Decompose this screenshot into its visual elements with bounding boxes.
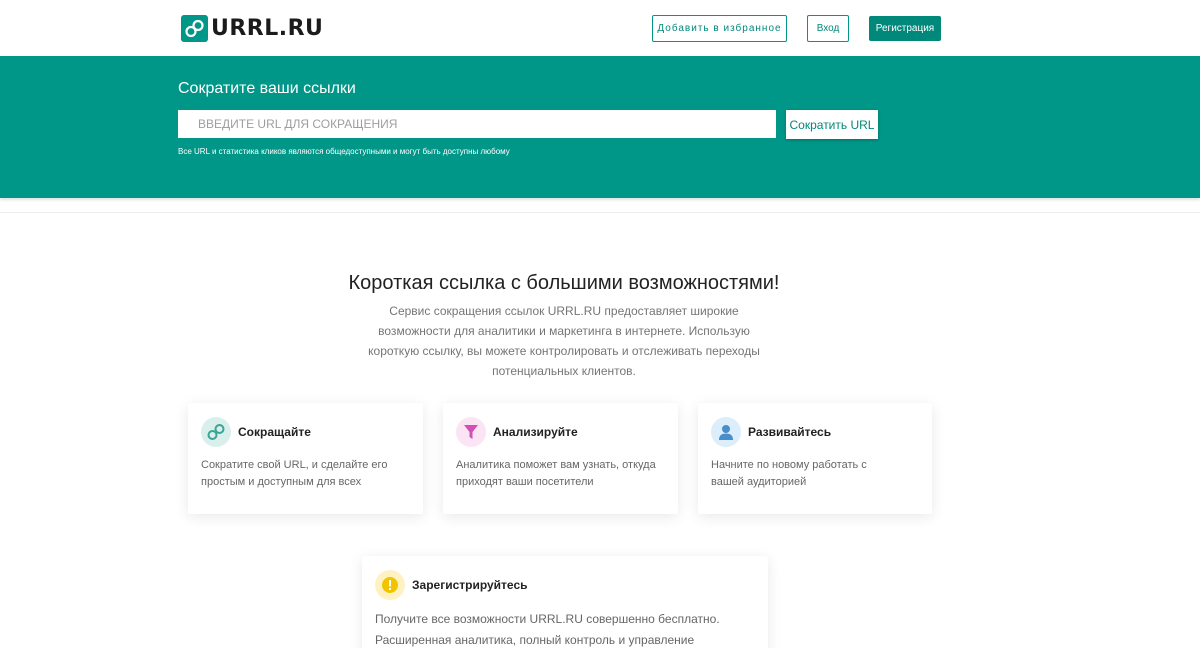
user-icon: [711, 417, 741, 447]
feature-text: Сократите свой URL, и сделайте его прост…: [201, 459, 388, 488]
shorten-url-button[interactable]: Сократить URL: [786, 110, 878, 139]
feature-title: Развивайтесь: [748, 425, 832, 439]
feature-card-grow: Развивайтесь Начните по новому работать …: [698, 403, 932, 514]
top-bar: URRL.RU Добавить в избранное Вход Регист…: [0, 0, 1200, 56]
site-logo[interactable]: URRL.RU: [181, 14, 323, 42]
public-notice: Все URL и статистика кликов являются общ…: [178, 147, 510, 156]
page-title: Короткая ссылка с большими возможностями…: [348, 272, 780, 294]
feature-card-shorten: Сокращайте Сократите свой URL, и сделайт…: [188, 403, 423, 514]
add-to-favorites-button[interactable]: Добавить в избранное: [652, 15, 787, 42]
feature-card-register: Зарегистрируйтесь Получите все возможнос…: [362, 556, 768, 648]
link-icon: [201, 417, 231, 447]
logo-link-icon: [181, 14, 208, 42]
feature-text: Начните по новому работать с вашей аудит…: [711, 459, 867, 488]
feature-text: Получите все возможности URRL.RU соверше…: [375, 612, 720, 647]
feature-title: Анализируйте: [493, 425, 578, 439]
register-button[interactable]: Регистрация: [869, 16, 941, 41]
url-input[interactable]: [178, 110, 776, 138]
funnel-icon: [456, 417, 486, 447]
feature-title: Зарегистрируйтесь: [412, 578, 528, 592]
feature-card-analyze: Анализируйте Аналитика поможет вам узнат…: [443, 403, 678, 514]
exclamation-icon: [375, 570, 405, 600]
feature-text: Аналитика поможет вам узнать, откуда при…: [456, 459, 656, 488]
shorten-hero: Сократите ваши ссылки Сократить URL Все …: [0, 56, 1200, 198]
feature-title: Сокращайте: [238, 425, 311, 439]
hero-title: Сократите ваши ссылки: [178, 80, 356, 97]
page-description: Сервис сокращения ссылок URRL.RU предост…: [368, 304, 760, 378]
section-divider: [0, 212, 1200, 213]
logo-text: URRL.RU: [211, 15, 324, 41]
login-button[interactable]: Вход: [807, 15, 849, 42]
